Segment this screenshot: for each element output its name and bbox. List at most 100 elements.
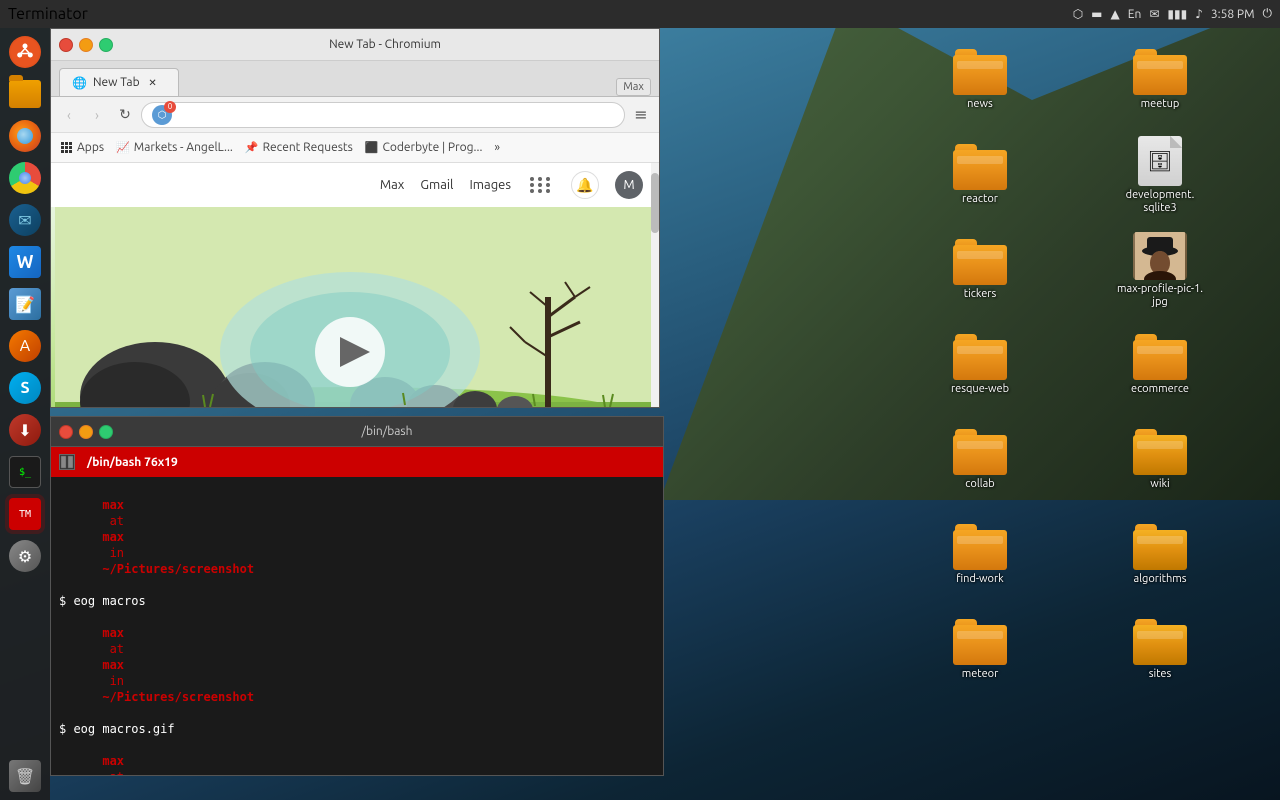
wifi-icon[interactable]: ▲ [1111, 7, 1120, 21]
chrome-tab-new[interactable]: 🌐 New Tab ✕ [59, 68, 179, 96]
bluetooth-icon[interactable]: ⬡ [1073, 7, 1083, 21]
scrollbar-thumb[interactable] [651, 173, 659, 233]
chrome-title: New Tab - Chromium [119, 38, 651, 51]
google-link-max[interactable]: Max [380, 178, 405, 192]
thunderbird-icon: ✉ [9, 204, 41, 236]
dock-thunderbird[interactable]: ✉ [5, 200, 45, 240]
extension-icon[interactable]: ⬡ 0 [152, 105, 172, 125]
desktop-icons: news meetup reactor 🗄 development.sqlite… [670, 28, 1280, 800]
dock-terminator[interactable]: TM [5, 494, 45, 534]
desktop-icon-tickers[interactable]: tickers [930, 228, 1030, 313]
top-panel: Terminator ⬡ ▬ ▲ En ✉ ▮▮▮ ♪ 3:58 PM ⏻ [0, 0, 1280, 28]
email-icon[interactable]: ✉ [1149, 7, 1159, 21]
back-button[interactable]: ‹ [57, 103, 81, 127]
dock-trash[interactable]: 🗑 [5, 756, 45, 796]
chrome-menu-button[interactable]: ≡ [629, 103, 653, 127]
sqlite-label: development.sqlite3 [1126, 189, 1195, 215]
terminal-split-indicator [59, 454, 75, 470]
google-avatar[interactable]: M [615, 171, 643, 199]
google-link-images[interactable]: Images [469, 178, 511, 192]
desktop-icon-sites[interactable]: sites [1110, 608, 1210, 693]
dock-chromium[interactable] [5, 158, 45, 198]
forward-button[interactable]: › [85, 103, 109, 127]
google-link-gmail[interactable]: Gmail [420, 178, 453, 192]
bookmark-apps[interactable]: Apps [59, 141, 104, 155]
desktop-icon-ecommerce[interactable]: ecommerce [1110, 323, 1210, 408]
software-icon: A [9, 330, 41, 362]
chrome-close-button[interactable] [59, 38, 73, 52]
bookmark-apps-label: Apps [77, 141, 104, 154]
panel-title: Terminator [8, 5, 88, 23]
tab-favicon: 🌐 [72, 76, 87, 90]
dock-gedit[interactable]: 📝 [5, 284, 45, 324]
dock: ✉ W 📝 A S ⬇ $_ TM ⚙ 🗑 [0, 28, 50, 800]
chromium-icon [9, 162, 41, 194]
dock-software[interactable]: A [5, 326, 45, 366]
news-folder-icon [953, 49, 1007, 95]
desktop-icon-meetup[interactable]: meetup [1110, 38, 1210, 123]
url-bar[interactable]: ⬡ 0 [141, 102, 625, 128]
files-icon [9, 80, 41, 108]
reload-button[interactable]: ↻ [113, 103, 137, 127]
dock-vte-terminal[interactable]: $_ [5, 452, 45, 492]
bookmark-more[interactable]: » [494, 141, 500, 154]
desktop-icon-collab[interactable]: collab [930, 418, 1030, 503]
terminal-line-1: max at max in ~/Pictures/screenshot [59, 481, 655, 593]
profile-pic-svg [1135, 232, 1185, 280]
terminal-line-5: max at max in ~/Pictures/screenshot [59, 737, 655, 775]
desktop-icon-profile-pic[interactable]: max-profile-pic-1.jpg [1110, 228, 1210, 313]
desktop-icon-news[interactable]: news [930, 38, 1030, 123]
panel-left: Terminator [8, 5, 88, 23]
desktop-icon-find-work[interactable]: find-work [930, 513, 1030, 598]
terminal-close-button[interactable] [59, 425, 73, 439]
terminal-minimize-button[interactable] [79, 425, 93, 439]
terminator-icon: TM [9, 498, 41, 530]
meetup-label: meetup [1141, 98, 1180, 111]
chrome-maximize-button[interactable] [99, 38, 113, 52]
bookmark-coderbyte[interactable]: ⬛ Coderbyte | Prog... [365, 141, 483, 154]
reactor-label: reactor [962, 193, 998, 206]
find-work-label: find-work [956, 573, 1003, 586]
chrome-minimize-button[interactable] [79, 38, 93, 52]
ubuntu-icon [9, 36, 41, 68]
chrome-scrollbar[interactable] [651, 163, 659, 407]
dock-libreoffice[interactable]: W [5, 242, 45, 282]
desktop-icon-sqlite[interactable]: 🗄 development.sqlite3 [1110, 133, 1210, 218]
dock-files[interactable] [5, 74, 45, 114]
desktop-icon-algorithms[interactable]: algorithms [1110, 513, 1210, 598]
terminal-maximize-button[interactable] [99, 425, 113, 439]
google-doodle [51, 207, 659, 407]
dock-ubuntu[interactable] [5, 32, 45, 72]
lang-selector[interactable]: En [1128, 8, 1142, 21]
dock-skype[interactable]: S [5, 368, 45, 408]
ext-badge: 0 [164, 101, 176, 113]
dock-firefox[interactable] [5, 116, 45, 156]
google-notification-bell[interactable]: 🔔 [571, 171, 599, 199]
chrome-content: Max Gmail Images 🔔 M [51, 163, 659, 407]
libreoffice-icon: W [9, 246, 41, 278]
dock-transmission[interactable]: ⬇ [5, 410, 45, 450]
tickers-label: tickers [964, 288, 997, 301]
clock: 3:58 PM [1211, 8, 1255, 21]
volume-icon[interactable]: ♪ [1195, 7, 1203, 21]
google-apps-button[interactable] [527, 171, 555, 199]
bookmark-markets[interactable]: 📈 Markets - AngelL... [116, 141, 233, 154]
terminal-tab-title: /bin/bash 76x19 [87, 456, 178, 469]
sites-label: sites [1149, 668, 1172, 681]
desktop-icon-wiki[interactable]: wiki [1110, 418, 1210, 503]
split-icon [60, 455, 74, 469]
desktop-icon-resque-web[interactable]: resque-web [930, 323, 1030, 408]
bookmark-requests-label: Recent Requests [263, 141, 353, 154]
desktop-icon-reactor[interactable]: reactor [930, 133, 1030, 218]
bookmark-markets-icon: 📈 [116, 141, 130, 154]
tab-max-btn[interactable]: Max [616, 78, 651, 96]
bookmark-recent-requests[interactable]: 📌 Recent Requests [245, 141, 353, 154]
power-icon[interactable]: ⏻ [1263, 7, 1273, 21]
dock-settings[interactable]: ⚙ [5, 536, 45, 576]
desktop-icon-meteor[interactable]: meteor [930, 608, 1030, 693]
terminal-content[interactable]: max at max in ~/Pictures/screenshot $ eo… [51, 477, 663, 775]
ecommerce-folder-icon [1133, 334, 1187, 380]
terminal-title: /bin/bash [119, 425, 655, 438]
doodle-svg [51, 207, 659, 407]
tab-close-button[interactable]: ✕ [146, 76, 160, 90]
